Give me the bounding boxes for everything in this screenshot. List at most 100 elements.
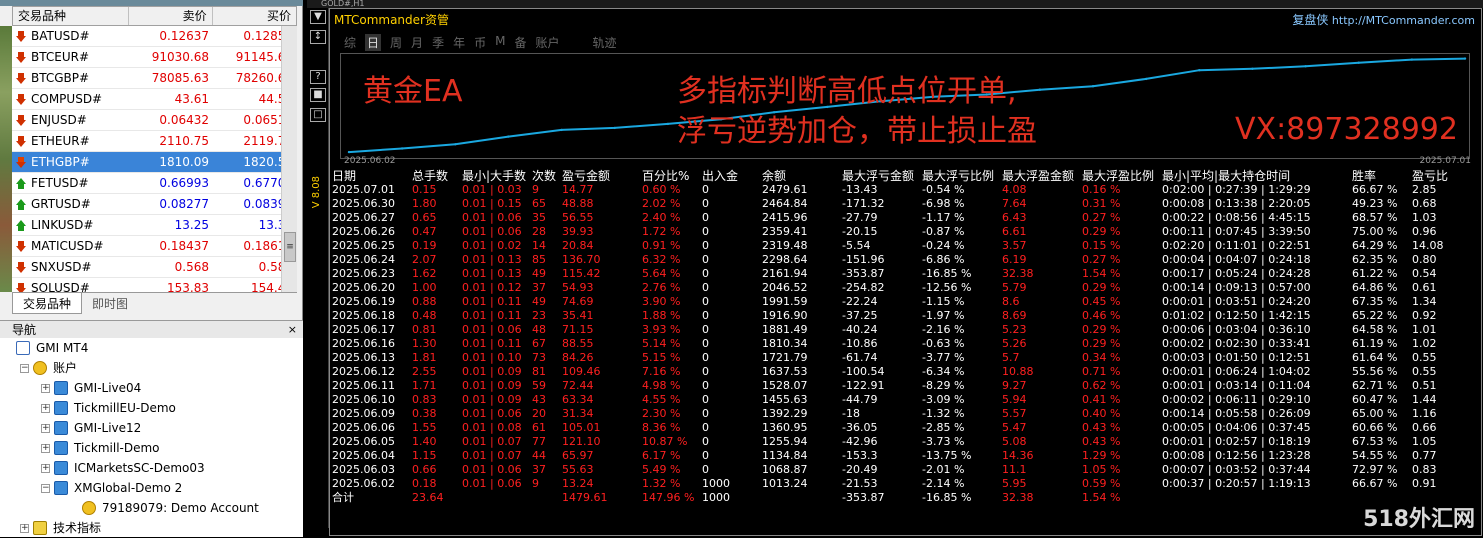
table-cell: 1.01 [1412, 323, 1437, 336]
tree-item-account[interactable]: 79189079: Demo Account [82, 498, 259, 518]
table-row: 2025.06.23 1.62 0.01 | 0.13 49 115.42 5.64 % 0… [332, 267, 1480, 281]
tab-tick-chart[interactable]: 即时图 [82, 293, 138, 314]
table-cell: 0.01 | 0.06 [462, 323, 522, 336]
panel-link[interactable]: 复盘侠 http://MTCommander.com [1292, 11, 1475, 28]
market-watch-row[interactable]: FETUSD# 0.66993 0.67706 [12, 173, 297, 194]
tab-currency[interactable]: 币 [474, 34, 486, 51]
expand-icon[interactable]: + [41, 403, 50, 413]
header-ask[interactable]: 买价 [213, 7, 296, 25]
collapse-button[interactable]: ▼ [310, 10, 326, 24]
table-cell: 1255.94 [762, 435, 808, 448]
table-cell: 1.29 % [1082, 449, 1121, 462]
market-watch-row[interactable]: MATICUSD# 0.18437 0.18612 [12, 236, 297, 257]
tree-item-server[interactable]: + ICMarketsSC-Demo03 [41, 458, 205, 478]
table-cell: 0.01 | 0.07 [462, 449, 522, 462]
expand-icon[interactable]: + [41, 383, 50, 393]
collapse-icon[interactable]: − [41, 483, 50, 493]
table-cell: 2025.06.11 [332, 379, 395, 392]
table-cell: 55.56 % [1352, 365, 1398, 378]
table-row: 2025.06.20 1.00 0.01 | 0.12 37 54.93 2.76 % 0 2… [332, 281, 1480, 295]
tree-item-accounts[interactable]: − 账户 [20, 358, 77, 378]
scrollbar-thumb[interactable]: ≡ [284, 232, 296, 262]
collapse-icon[interactable]: − [20, 363, 29, 373]
market-watch-row[interactable]: BATUSD# 0.12637 0.12853 [12, 26, 297, 47]
header-bid[interactable]: 卖价 [129, 7, 213, 25]
table-cell: 0 [702, 253, 709, 266]
table-cell: 65 [532, 197, 546, 210]
tab-magic[interactable]: M [495, 34, 505, 51]
expand-icon[interactable]: + [20, 523, 29, 533]
table-cell: 0:00:02 | 0:06:11 | 0:29:10 [1162, 393, 1311, 406]
table-cell: 0.46 % [1082, 309, 1121, 322]
tree-item-terminal[interactable]: GMI MT4 [16, 338, 88, 358]
market-watch-row[interactable]: SNXUSD# 0.568 0.580 [12, 257, 297, 278]
table-cell: 43 [532, 393, 546, 406]
arrow-down-icon [16, 93, 26, 105]
tree-item-server[interactable]: + TickmillEU-Demo [41, 398, 176, 418]
table-row: 2025.06.24 2.07 0.01 | 0.13 85 136.70 6.32 % 0… [332, 253, 1480, 267]
market-watch-scrollbar[interactable]: ≡ [281, 26, 297, 292]
table-cell: 0 [702, 407, 709, 420]
table-cell: 1.03 [1412, 211, 1437, 224]
equity-point [1463, 57, 1467, 60]
tab-track[interactable]: 轨迹 [593, 34, 617, 51]
tree-item-server[interactable]: + GMI-Live04 [41, 378, 141, 398]
market-watch-row[interactable]: ENJUSD# 0.06432 0.06515 [12, 110, 297, 131]
tree-item-server[interactable]: + Tickmill-Demo [41, 438, 160, 458]
table-cell: 72.97 % [1352, 463, 1398, 476]
table-cell: 61 [532, 421, 546, 434]
expand-icon[interactable]: + [41, 423, 50, 433]
table-cell: 0.43 % [1082, 435, 1121, 448]
market-watch-row[interactable]: ETHEUR# 2110.75 2119.75 [12, 131, 297, 152]
table-cell: 2.76 % [642, 281, 681, 294]
equity-point [400, 147, 404, 150]
header-symbol[interactable]: 交易品种 [13, 7, 130, 25]
tab-note[interactable]: 备 [514, 34, 526, 51]
table-cell: 0.29 % [1082, 281, 1121, 294]
table-cell: 0.31 % [1082, 197, 1121, 210]
help-button[interactable]: ? [310, 70, 326, 84]
market-watch-row[interactable]: BTCEUR# 91030.68 91145.68 [12, 47, 297, 68]
table-cell: 147.96 % [642, 491, 695, 504]
table-cell: 0:00:01 | 0:06:24 | 1:04:02 [1162, 365, 1311, 378]
market-watch-row[interactable]: ETHGBP# 1810.09 1820.59 [12, 152, 297, 173]
table-row: 2025.06.18 0.48 0.01 | 0.11 23 35.41 1.88 % 0 1… [332, 309, 1480, 323]
close-icon[interactable]: × [288, 321, 297, 339]
table-cell: 最小|平均|最大持仓时间 [1162, 169, 1291, 183]
market-watch-row[interactable]: COMPUSD# 43.61 44.57 [12, 89, 297, 110]
table-cell: 65.97 [562, 449, 594, 462]
navigator-title: 导航 [12, 323, 37, 337]
accounts-icon [33, 361, 47, 375]
tab-overview[interactable]: 综 [344, 34, 356, 51]
table-cell: 3.57 [1002, 239, 1027, 252]
table-row: 2025.06.19 0.88 0.01 | 0.11 49 74.69 3.90 % 0 1… [332, 295, 1480, 309]
stop-button[interactable]: ■ [310, 88, 326, 102]
symbol-name: COMPUSD# [31, 92, 103, 106]
market-watch-row[interactable]: LINKUSD# 13.25 13.35 [12, 215, 297, 236]
tree-item-server[interactable]: − XMGlobal-Demo 2 [41, 478, 182, 498]
table-cell: 0 [702, 379, 709, 392]
tab-year[interactable]: 年 [453, 34, 465, 51]
tab-account[interactable]: 账户 [535, 34, 559, 51]
resize-button[interactable]: ↕ [310, 30, 326, 44]
tab-quarter[interactable]: 季 [432, 34, 444, 51]
tab-symbols[interactable]: 交易品种 [12, 293, 83, 314]
tree-item-indicators[interactable]: + 技术指标 [20, 518, 101, 538]
table-cell: 44 [532, 449, 546, 462]
tab-month[interactable]: 月 [411, 34, 423, 51]
table-cell: 5.26 [1002, 337, 1027, 350]
table-cell: 68.57 % [1352, 211, 1398, 224]
tab-day[interactable]: 日 [365, 34, 382, 51]
expand-icon[interactable]: + [41, 443, 50, 453]
tab-week[interactable]: 周 [390, 34, 402, 51]
tree-item-server[interactable]: + GMI-Live12 [41, 418, 141, 438]
brand-url[interactable]: http://MTCommander.com [1332, 14, 1475, 27]
table-cell: 最大浮盈比例 [1082, 169, 1155, 183]
expand-icon[interactable]: + [41, 463, 50, 473]
market-watch-row[interactable]: GRTUSD# 0.08277 0.08399 [12, 194, 297, 215]
table-cell: 5.08 [1002, 435, 1027, 448]
table-cell: 0.38 [412, 407, 437, 420]
market-watch-row[interactable]: BTCGBP# 78085.63 78260.63 [12, 68, 297, 89]
arrow-down-icon [16, 51, 26, 63]
window-button[interactable]: □ [310, 108, 326, 122]
